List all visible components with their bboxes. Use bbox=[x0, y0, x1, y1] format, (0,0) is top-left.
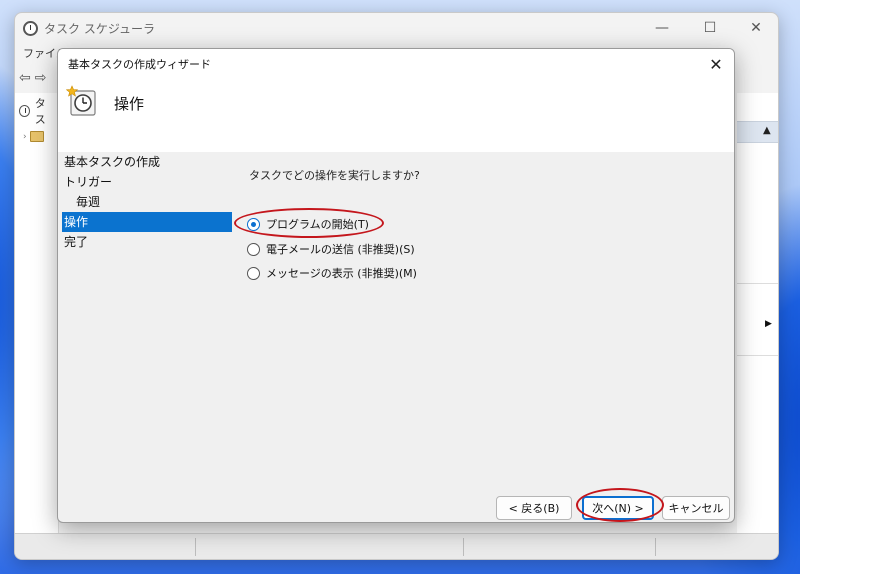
dialog-close-button[interactable]: ✕ bbox=[706, 53, 726, 75]
collapse-up-icon[interactable]: ▲ bbox=[763, 125, 771, 136]
status-divider bbox=[655, 538, 656, 556]
back-arrow-icon[interactable]: ⇦ bbox=[19, 70, 31, 86]
dialog-header: 操作 bbox=[58, 79, 734, 152]
wizard-steps: 基本タスクの作成 トリガー 毎週 操作 完了 bbox=[62, 152, 232, 252]
main-window-title: タスク スケジューラ bbox=[44, 21, 155, 36]
task-clock-icon bbox=[66, 85, 96, 116]
clock-icon bbox=[19, 105, 30, 117]
tree-item-root[interactable]: タス bbox=[15, 93, 58, 129]
dialog-title: 基本タスクの作成ウィザード bbox=[68, 58, 211, 71]
radio-start-program[interactable] bbox=[247, 217, 260, 231]
option-send-email-label: 電子メールの送信 (非推奨)(S) bbox=[266, 243, 415, 256]
question-text: タスクでどの操作を実行しますか? bbox=[249, 169, 420, 182]
right-margin bbox=[800, 0, 869, 574]
status-divider bbox=[195, 538, 196, 556]
step-finish: 完了 bbox=[64, 235, 89, 249]
step-action: 操作 bbox=[62, 212, 232, 232]
folder-clock-icon bbox=[29, 131, 44, 142]
option-display-message-label: メッセージの表示 (非推奨)(M) bbox=[266, 267, 417, 280]
cancel-button[interactable]: キャンセル bbox=[662, 496, 730, 520]
step-weekly: 毎週 bbox=[76, 195, 101, 209]
forward-arrow-icon[interactable]: ⇨ bbox=[35, 70, 47, 86]
navigation-tree: タス › bbox=[15, 93, 59, 533]
divider bbox=[737, 283, 778, 284]
minimize-button[interactable]: — bbox=[639, 13, 685, 43]
next-button[interactable]: 次へ(N) > bbox=[582, 496, 654, 520]
option-start-program-label: プログラムの開始(T) bbox=[266, 218, 369, 231]
radio-send-email[interactable] bbox=[247, 242, 260, 256]
maximize-button[interactable]: ☐ bbox=[687, 13, 733, 43]
option-start-program[interactable]: プログラムの開始(T) bbox=[247, 216, 369, 232]
actions-pane: ▲ ▶ bbox=[737, 93, 778, 533]
radio-display-message[interactable] bbox=[247, 266, 260, 280]
clock-icon bbox=[23, 20, 38, 36]
expand-right-icon[interactable]: ▶ bbox=[765, 319, 772, 329]
tree-item-library[interactable]: › bbox=[15, 129, 58, 144]
step-create-basic-task: 基本タスクの作成 bbox=[64, 155, 161, 169]
chevron-right-icon: › bbox=[23, 131, 27, 142]
create-basic-task-wizard: 基本タスクの作成ウィザード ✕ 操作 基本タスクの作成 トリガー 毎週 操作 完… bbox=[57, 48, 735, 523]
actions-pane-header bbox=[737, 121, 778, 143]
option-send-email[interactable]: 電子メールの送信 (非推奨)(S) bbox=[247, 241, 415, 257]
step-trigger: トリガー bbox=[64, 175, 113, 189]
option-display-message[interactable]: メッセージの表示 (非推奨)(M) bbox=[247, 265, 417, 281]
status-bar bbox=[15, 533, 778, 559]
dialog-title-bar: 基本タスクの作成ウィザード bbox=[58, 49, 734, 79]
divider bbox=[737, 355, 778, 356]
main-close-button[interactable]: ✕ bbox=[733, 13, 778, 43]
page-title: 操作 bbox=[114, 95, 145, 113]
status-divider bbox=[463, 538, 464, 556]
back-button[interactable]: < 戻る(B) bbox=[496, 496, 572, 520]
tree-item-label: タス bbox=[34, 97, 46, 126]
